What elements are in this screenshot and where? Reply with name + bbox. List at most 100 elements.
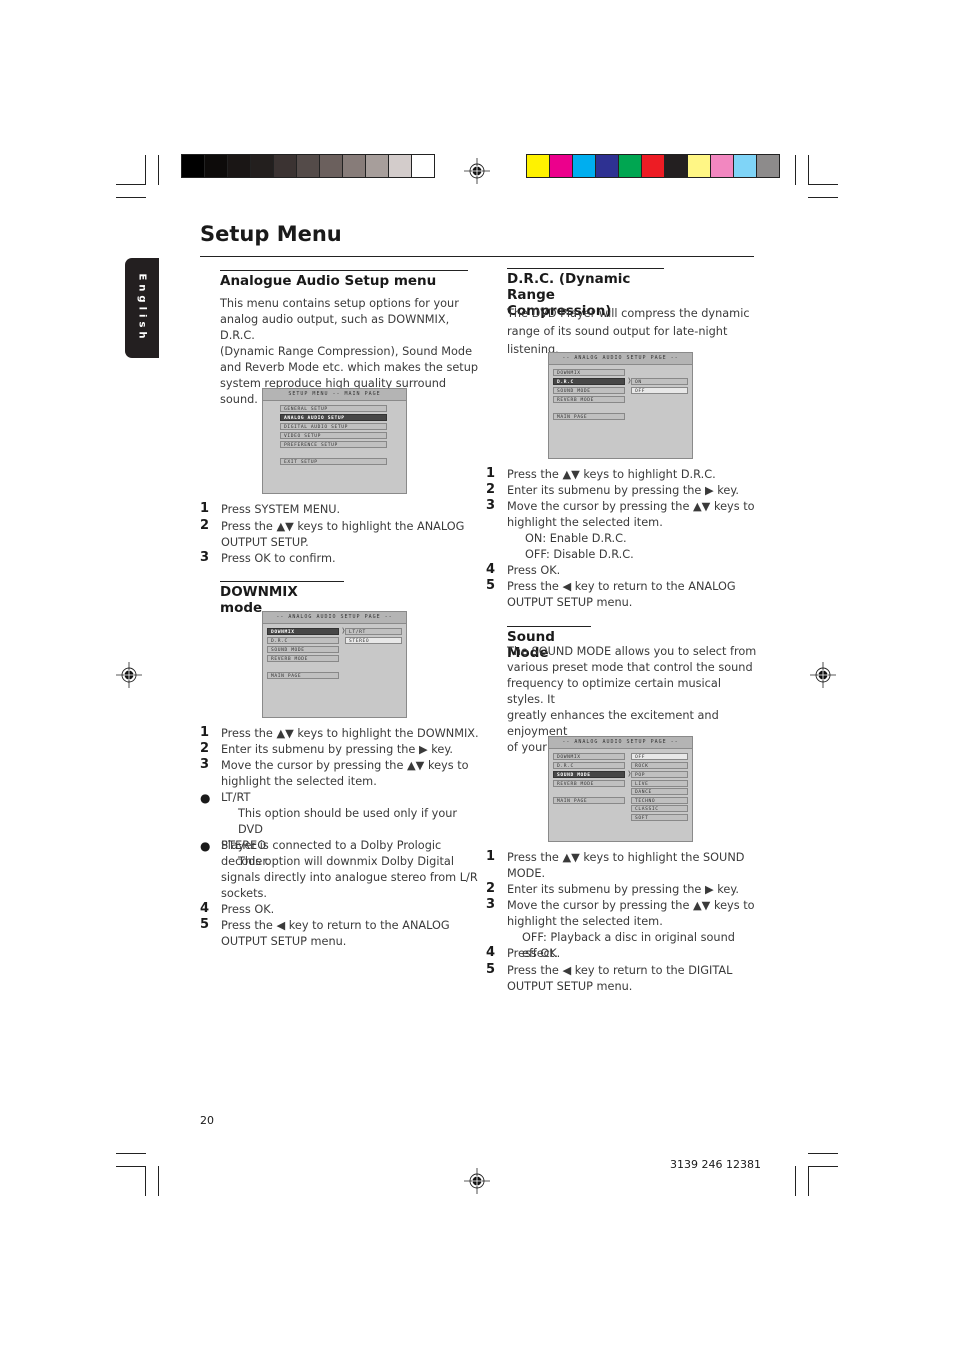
registration-target-icon — [464, 1168, 490, 1194]
osd-option-item: LT/RT — [345, 628, 402, 635]
step-text: Move the cursor by pressing the ▲▼ keys … — [221, 759, 469, 772]
osd-menu-item: D.R.C — [553, 762, 625, 769]
osd-title: -- ANALOG AUDIO SETUP PAGE -- — [549, 353, 692, 365]
step-text: OUTPUT SETUP menu. — [507, 980, 633, 993]
step-text: Press the ◀ key to return to the ANALOG — [507, 580, 736, 593]
step: 2 Enter its submenu by pressing the ▶ key… — [486, 482, 757, 499]
bullet-icon: ● — [200, 791, 211, 805]
osd-menu-item: DIGITAL AUDIO SETUP — [280, 423, 387, 430]
osd-menu-item: REVERB MODE — [553, 780, 625, 787]
step: 5 Press the ◀ key to return to the DIGITA… — [486, 962, 757, 995]
crop-mark — [158, 1166, 159, 1196]
step-text: Press the ▲▼ keys to highlight the ANALO… — [221, 520, 465, 533]
calibration-swatch — [320, 155, 343, 177]
calibration-swatch — [688, 155, 711, 177]
step-number: 4 — [200, 901, 210, 916]
text-line: various preset mode that control the sou… — [507, 661, 753, 674]
osd-menu-item: DOWNMIX — [553, 369, 625, 376]
calibration-swatch — [573, 155, 596, 177]
step-text: Press the ◀ key to return to the DIGITAL — [507, 964, 733, 977]
crop-mark — [795, 1166, 796, 1196]
crop-mark — [795, 155, 796, 185]
step-text: highlight the selected item. — [507, 915, 663, 928]
osd-option-item: DANCE — [631, 788, 688, 795]
step-number: 2 — [200, 741, 210, 756]
text-line: (Dynamic Range Compression), Sound Mode — [220, 345, 473, 358]
calibration-swatch — [734, 155, 757, 177]
osd-title: -- ANALOG AUDIO SETUP PAGE -- — [549, 737, 692, 749]
step-text: Press OK to confirm. — [221, 552, 336, 565]
calibration-swatch — [182, 155, 205, 177]
osd-option-item: TECHNO — [631, 797, 688, 804]
crop-mark — [808, 197, 838, 198]
language-tab: English — [125, 258, 159, 358]
text-line: frequency to optimize certain musical st… — [507, 677, 721, 706]
osd-option-item: ROCK — [631, 762, 688, 769]
step: 4 Press OK. — [486, 562, 757, 579]
calibration-swatch — [711, 155, 734, 177]
osd-main-page-item: MAIN PAGE — [553, 797, 625, 804]
text-line: The DVD Player will compress the dynamic — [507, 307, 750, 320]
registration-target-icon — [464, 158, 490, 184]
calibration-swatch — [619, 155, 642, 177]
language-tab-label: English — [136, 273, 148, 343]
crop-mark — [145, 1166, 146, 1196]
osd-menu-item: SOUND MODE — [553, 387, 625, 394]
step: 3 Move the cursor by pressing the ▲▼ keys… — [486, 498, 757, 531]
step: 5 Press the ◀ key to return to the ANALOG… — [486, 578, 757, 611]
osd-menu-item-selected: SOUND MODE — [553, 771, 625, 778]
crop-mark — [808, 1166, 809, 1196]
crop-mark — [808, 155, 809, 185]
calibration-swatch — [596, 155, 619, 177]
crop-mark — [145, 155, 146, 185]
step: 1 Press the ▲▼ keys to highlight D.R.C. — [486, 466, 757, 483]
step-text: Enter its submenu by pressing the ▶ key. — [507, 484, 739, 497]
step-text: Move the cursor by pressing the ▲▼ keys … — [507, 500, 755, 513]
step-number: 3 — [486, 498, 496, 513]
osd-title: SETUP MENU -- MAIN PAGE — [263, 389, 406, 401]
step: 2 Press the ▲▼ keys to highlight the ANAL… — [200, 518, 465, 551]
osd-menu-item: DOWNMIX — [553, 753, 625, 760]
calibration-swatch — [343, 155, 366, 177]
step-number: 3 — [200, 550, 210, 565]
step-text: Press OK. — [507, 564, 561, 577]
option-description: ON: Enable D.R.C. — [525, 532, 627, 545]
grayscale-calibration-bar — [181, 154, 435, 178]
step-text: OUTPUT SETUP. — [221, 536, 309, 549]
step-text: Press the ▲▼ keys to highlight the DOWNM… — [221, 727, 479, 740]
crop-mark — [116, 1166, 146, 1167]
registration-target-icon — [810, 662, 836, 688]
step-number: 1 — [200, 501, 210, 516]
osd-option-item-current: OFF — [631, 387, 688, 394]
step-number: 1 — [486, 466, 496, 481]
calibration-swatch — [251, 155, 274, 177]
step: 1 Press SYSTEM MENU. — [200, 501, 340, 518]
bullet-item: ● STEREO — [200, 838, 481, 854]
osd-menu-item: REVERB MODE — [553, 396, 625, 403]
page-title: Setup Menu — [200, 222, 342, 246]
calibration-swatch — [389, 155, 412, 177]
step-number: 1 — [486, 849, 496, 864]
osd-option-item: LIVE — [631, 780, 688, 787]
text-line: analog audio output, such as DOWNMIX, D.… — [220, 313, 450, 342]
bullet-description: This option will downmix Dolby Digital si… — [221, 854, 481, 902]
calibration-swatch — [665, 155, 688, 177]
heading-line: D.R.C. (Dynamic Range — [507, 271, 631, 303]
calibration-swatch — [205, 155, 228, 177]
step-number: 5 — [486, 578, 496, 593]
text-line: and Reverb Mode etc. which makes the set… — [220, 361, 479, 374]
step-text: OUTPUT SETUP menu. — [507, 596, 633, 609]
osd-menu-item-selected: DOWNMIX — [267, 628, 339, 635]
step: 4 Press OK. — [200, 901, 481, 918]
calibration-swatch — [366, 155, 389, 177]
bullet-item: ● LT/RT — [200, 790, 481, 806]
osd-main-page-item: MAIN PAGE — [267, 672, 339, 679]
bullet-icon: ● — [200, 839, 211, 853]
osd-option-item-current: STEREO — [345, 637, 402, 644]
step-text: MODE. — [507, 867, 546, 880]
calibration-swatch — [757, 155, 779, 177]
step-number: 5 — [200, 917, 210, 932]
osd-menu-item: VIDEO SETUP — [280, 432, 387, 439]
crop-mark — [158, 155, 159, 185]
crop-mark — [116, 197, 146, 198]
